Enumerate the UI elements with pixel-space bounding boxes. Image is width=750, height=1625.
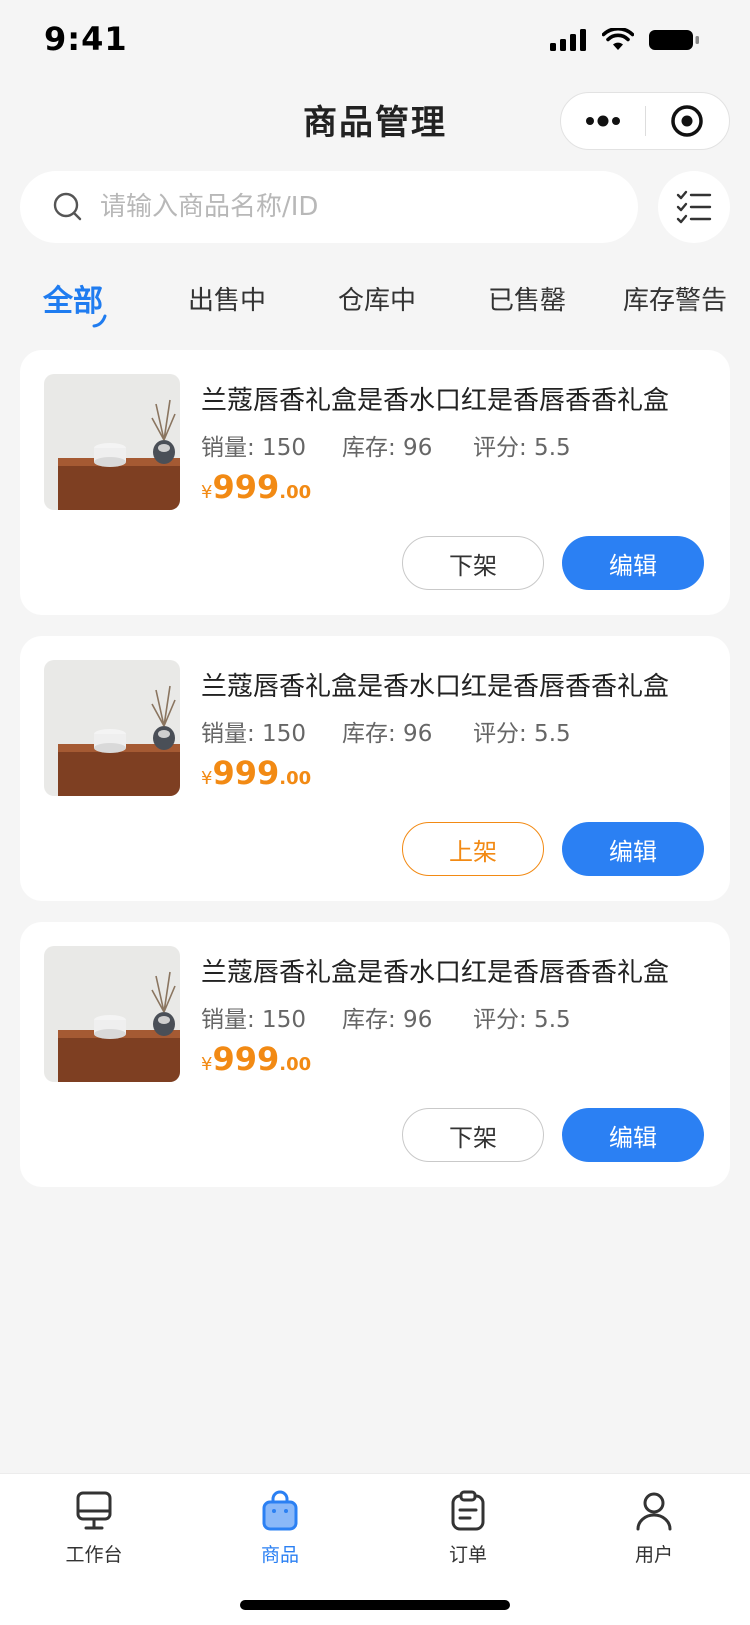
- price-integer: 999: [212, 1040, 280, 1078]
- tabbar-item-workbench[interactable]: 工作台: [34, 1490, 154, 1567]
- stock-count: 库存: 96: [342, 721, 433, 747]
- search-icon: [53, 192, 82, 221]
- status-bar: 9:41: [0, 0, 750, 80]
- search-input[interactable]: [98, 191, 602, 223]
- signal-icon: [550, 29, 586, 51]
- rating: 评分: 5.5: [473, 1007, 571, 1033]
- monitor-icon: [76, 1491, 112, 1530]
- close-miniprogram-button[interactable]: [646, 92, 730, 150]
- product-price: ¥999.00: [201, 1040, 311, 1078]
- wifi-icon: [602, 28, 634, 50]
- unlist-button[interactable]: 下架: [402, 1108, 544, 1162]
- price-integer: 999: [212, 754, 280, 792]
- price-symbol: ¥: [201, 482, 213, 503]
- price-symbol: ¥: [201, 1054, 213, 1075]
- search-bar: [20, 171, 638, 243]
- price-decimal: .00: [279, 768, 312, 789]
- rating: 评分: 5.5: [473, 435, 571, 461]
- price-decimal: .00: [279, 482, 312, 503]
- sales-count: 销量: 150: [201, 721, 306, 747]
- product-card: 兰蔻唇香礼盒是香水口红是香唇香香礼盒 销量: 150 库存: 96 评分: 5.…: [20, 636, 730, 901]
- product-price: ¥999.00: [201, 468, 311, 506]
- edit-button[interactable]: 编辑: [562, 822, 704, 876]
- miniprogram-capsule: [560, 92, 730, 150]
- more-button[interactable]: [561, 92, 645, 150]
- user-icon: [636, 1492, 672, 1531]
- tab-on-sale[interactable]: 出售中: [188, 280, 266, 317]
- stock-count: 库存: 96: [342, 1007, 433, 1033]
- filter-button[interactable]: [658, 171, 730, 243]
- product-image[interactable]: [44, 660, 180, 796]
- checklist-icon: [676, 190, 712, 224]
- shopping-bag-icon: [262, 1490, 298, 1531]
- target-circle-icon: [671, 105, 703, 137]
- edit-button[interactable]: 编辑: [562, 1108, 704, 1162]
- clipboard-icon: [451, 1490, 485, 1531]
- battery-icon: [649, 30, 699, 50]
- sales-count: 销量: 150: [201, 1007, 306, 1033]
- tabbar-label: 商品: [260, 1544, 299, 1566]
- status-tabs: 全部 出售中 仓库中 已售罄 库存警告: [0, 280, 750, 340]
- unlist-button[interactable]: 下架: [402, 536, 544, 590]
- product-image[interactable]: [44, 946, 180, 1082]
- list-button[interactable]: 上架: [402, 822, 544, 876]
- rating: 评分: 5.5: [473, 721, 571, 747]
- tab-sold-out[interactable]: 已售罄: [488, 280, 566, 317]
- edit-button[interactable]: 编辑: [562, 536, 704, 590]
- tab-active-indicator: [92, 314, 107, 328]
- home-indicator: [240, 1600, 510, 1610]
- sales-count: 销量: 150: [201, 435, 306, 461]
- more-dots-icon: [585, 115, 620, 127]
- product-card: 兰蔻唇香礼盒是香水口红是香唇香香礼盒 销量: 150 库存: 96 评分: 5.…: [20, 350, 730, 615]
- product-title: 兰蔻唇香礼盒是香水口红是香唇香香礼盒: [201, 672, 670, 702]
- product-title: 兰蔻唇香礼盒是香水口红是香唇香香礼盒: [201, 386, 670, 416]
- product-card: 兰蔻唇香礼盒是香水口红是香唇香香礼盒 销量: 150 库存: 96 评分: 5.…: [20, 922, 730, 1187]
- price-integer: 999: [212, 468, 280, 506]
- product-price: ¥999.00: [201, 754, 311, 792]
- product-image[interactable]: [44, 374, 180, 510]
- status-time: 9:41: [44, 20, 128, 58]
- tab-in-warehouse[interactable]: 仓库中: [338, 280, 416, 317]
- tabbar-item-users[interactable]: 用户: [594, 1490, 714, 1567]
- stock-count: 库存: 96: [342, 435, 433, 461]
- tabbar-label: 订单: [448, 1544, 487, 1566]
- product-title: 兰蔻唇香礼盒是香水口红是香唇香香礼盒: [201, 958, 670, 988]
- tabbar-item-orders[interactable]: 订单: [408, 1490, 528, 1567]
- price-symbol: ¥: [201, 768, 213, 789]
- price-decimal: .00: [279, 1054, 312, 1075]
- tabbar-label: 用户: [634, 1544, 673, 1566]
- tabbar-label: 工作台: [65, 1544, 123, 1566]
- status-icons: [550, 28, 700, 52]
- tabbar-item-products[interactable]: 商品: [220, 1490, 340, 1567]
- tab-stock-warning[interactable]: 库存警告: [623, 280, 727, 317]
